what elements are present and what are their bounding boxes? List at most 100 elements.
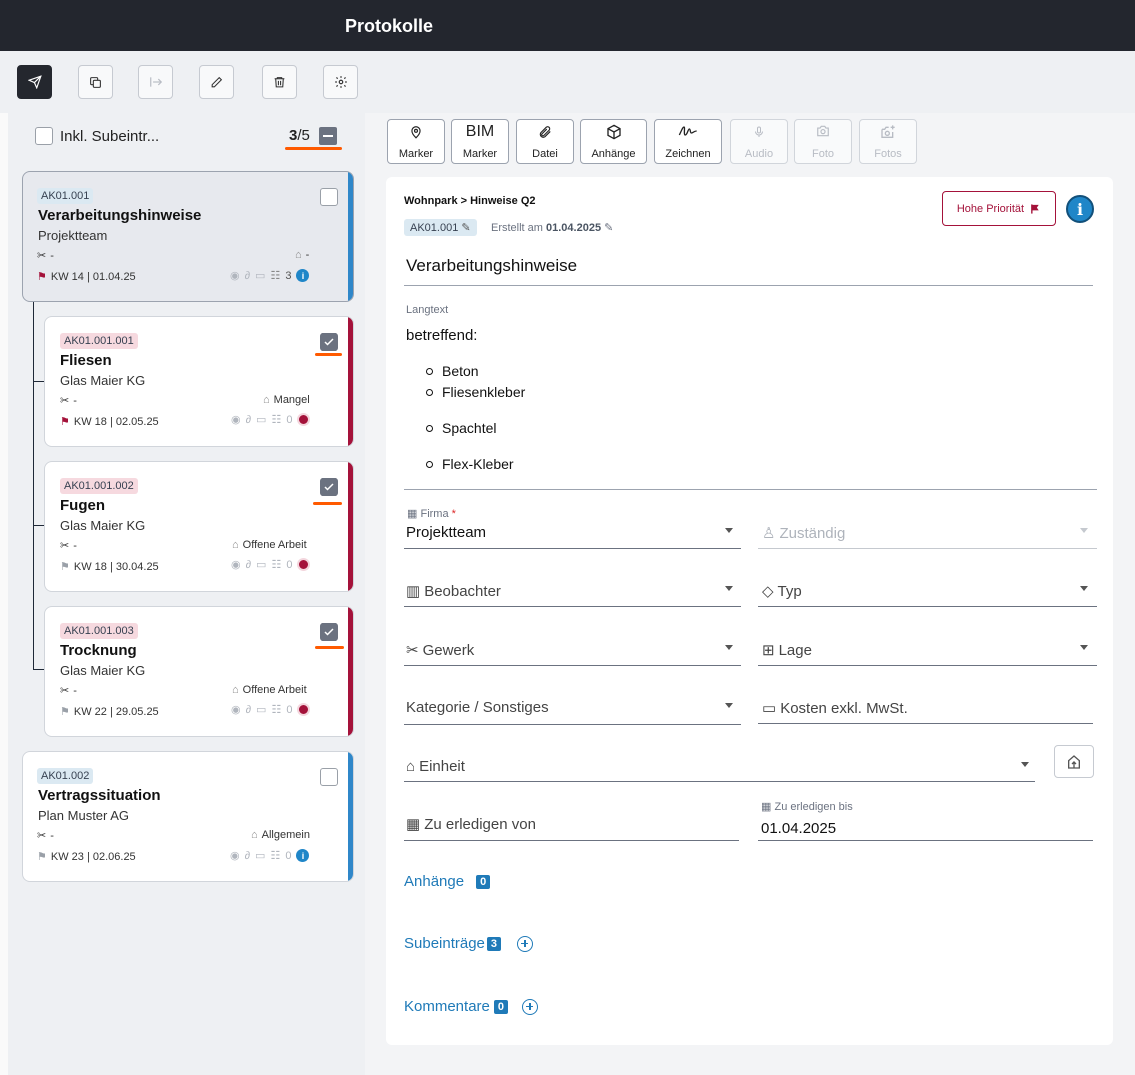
chevron-down-icon[interactable] [725,645,733,650]
copy-button[interactable] [78,65,113,99]
red-status-icon [297,558,311,571]
entry-checkbox[interactable] [320,768,338,786]
comment-icon: ▭ [255,850,266,862]
entry-checkbox[interactable] [320,188,338,206]
trade-select[interactable]: ✂ Gewerk [406,641,474,660]
chevron-down-icon[interactable] [1021,762,1029,767]
comments-count-badge: 0 [493,999,508,1014]
photo-button[interactable]: Foto [794,119,852,164]
attachments-section-label: Anhänge [404,873,465,890]
include-subentries-checkbox[interactable] [35,127,53,145]
attachments-section[interactable]: Anhänge 0 [404,873,491,890]
entry-checkbox[interactable] [320,623,338,641]
comments-section[interactable]: Kommentare 0 [404,998,538,1015]
category-select[interactable]: Kategorie / Sonstiges [406,699,549,716]
entry-trade: ✂ - [37,829,54,843]
entry-indicators: ◉ ∂ ▭ ☷ 0 i [230,849,310,862]
entry-color-bar [348,752,353,881]
chevron-down-icon[interactable] [725,703,733,708]
photos-button[interactable]: Fotos [859,119,917,164]
start-date-input[interactable]: ▦ Zu erledigen von [406,815,536,834]
entry-company: Projektteam [38,228,108,243]
check-icon [324,338,334,346]
unit-select[interactable]: ⌂ Einheit [406,758,465,775]
audio-button[interactable]: Audio [730,119,788,164]
type-placeholder: Typ [777,582,802,600]
chevron-down-icon[interactable] [725,528,733,533]
paperclip-icon: ∂ [244,269,251,282]
observer-select[interactable]: ▥ Beobachter [406,582,501,601]
title-underline [404,285,1093,286]
subentries-section[interactable]: Subeinträge 3 [404,935,534,952]
buildings-icon: ▥ [406,583,421,600]
settings-button[interactable] [323,65,358,99]
location-select[interactable]: ⊞ Lage [762,641,812,660]
draw-label: Zeichnen [665,148,711,160]
company-select[interactable]: Projektteam [406,524,486,541]
chevron-down-icon[interactable] [1080,586,1088,591]
entry-card[interactable]: AK01.002 Vertragssituation Plan Muster A… [22,751,354,882]
bim-marker-button[interactable]: BIM Marker [451,119,509,164]
attachments-button[interactable]: Anhänge [580,119,647,164]
entry-checkbox[interactable] [320,333,338,351]
chevron-down-icon[interactable] [725,586,733,591]
entry-trade: ✂ - [60,684,77,698]
marker-label: Marker [398,148,434,160]
entry-card[interactable]: AK01.001.001 Fliesen Glas Maier KG ✂ - ⌂ M… [44,316,354,447]
file-button[interactable]: Datei [516,119,574,164]
entry-card[interactable]: AK01.001.002 Fugen Glas Maier KG ✂ - ⌂ Off… [44,461,354,592]
assignee-select[interactable]: ♙ Zuständig [762,524,846,543]
cost-input[interactable]: ▭ Kosten exkl. MwSt. [762,699,908,718]
longtext-intro[interactable]: betreffend: [406,327,477,344]
flag-icon [1031,203,1039,214]
chevron-down-icon[interactable] [1080,528,1088,533]
field-underline [758,606,1097,607]
priority-button[interactable]: Hohe Priorität [942,191,1056,226]
move-button[interactable] [138,65,173,99]
entry-indicators: ◉ ∂ ▭ ☷ 3 i [230,269,310,282]
include-subentries-toggle[interactable]: Inkl. Subeintr... [35,127,159,145]
send-button[interactable] [17,65,52,99]
field-underline [404,548,741,549]
delete-button[interactable] [262,65,297,99]
subentries-icon: ☷ [271,559,282,571]
longtext-list-item: Beton [426,363,479,379]
detail-code: AK01.001 [410,222,459,234]
add-subentry-button[interactable] [517,935,534,952]
entry-code: AK01.001.002 [60,478,138,494]
send-icon [27,75,42,89]
marker-button[interactable]: Marker [387,119,445,164]
due-date-input[interactable]: 01.04.2025 [761,820,836,837]
cost-placeholder: Kosten exkl. MwSt. [780,699,908,717]
longtext-list-item: Spachtel [426,420,496,436]
chevron-down-icon[interactable] [1080,645,1088,650]
entry-tag: ⌂ Offene Arbeit [232,684,307,696]
tools-icon: ✂ [60,395,70,407]
entry-card[interactable]: AK01.001 Verarbeitungshinweise Projektte… [22,171,354,302]
entry-title-input[interactable]: Verarbeitungshinweise [406,256,577,276]
field-underline [404,724,741,725]
assignee-placeholder: Zuständig [779,524,846,542]
entry-tag: ⌂ Mangel [263,394,310,406]
unit-picker-button[interactable] [1054,745,1094,778]
entry-checkbox[interactable] [320,478,338,496]
deselect-all-button[interactable] [319,127,337,145]
add-comment-button[interactable] [522,998,538,1015]
created-prefix: Erstellt am [491,222,547,234]
entry-code-chip[interactable]: AK01.001 ✎ [404,219,477,236]
field-underline [758,723,1093,724]
entry-title: Verarbeitungshinweise [38,207,202,224]
tools-icon: ✂ [60,540,70,552]
type-select[interactable]: ◇ Typ [762,582,802,601]
left-gutter [0,113,8,1075]
longtext-item-text: Fliesenkleber [442,384,526,400]
info-button[interactable]: i [1066,195,1094,223]
pencil-icon[interactable]: ✎ [604,222,613,234]
app-title: Protokolle [345,16,434,36]
priority-label: Hohe Priorität [956,202,1025,215]
toolbar [0,51,1135,113]
entry-trade-value: - [73,684,77,697]
edit-button[interactable] [199,65,234,99]
draw-button[interactable]: Zeichnen [654,119,722,164]
entry-card[interactable]: AK01.001.003 Trocknung Glas Maier KG ✂ - … [44,606,354,737]
